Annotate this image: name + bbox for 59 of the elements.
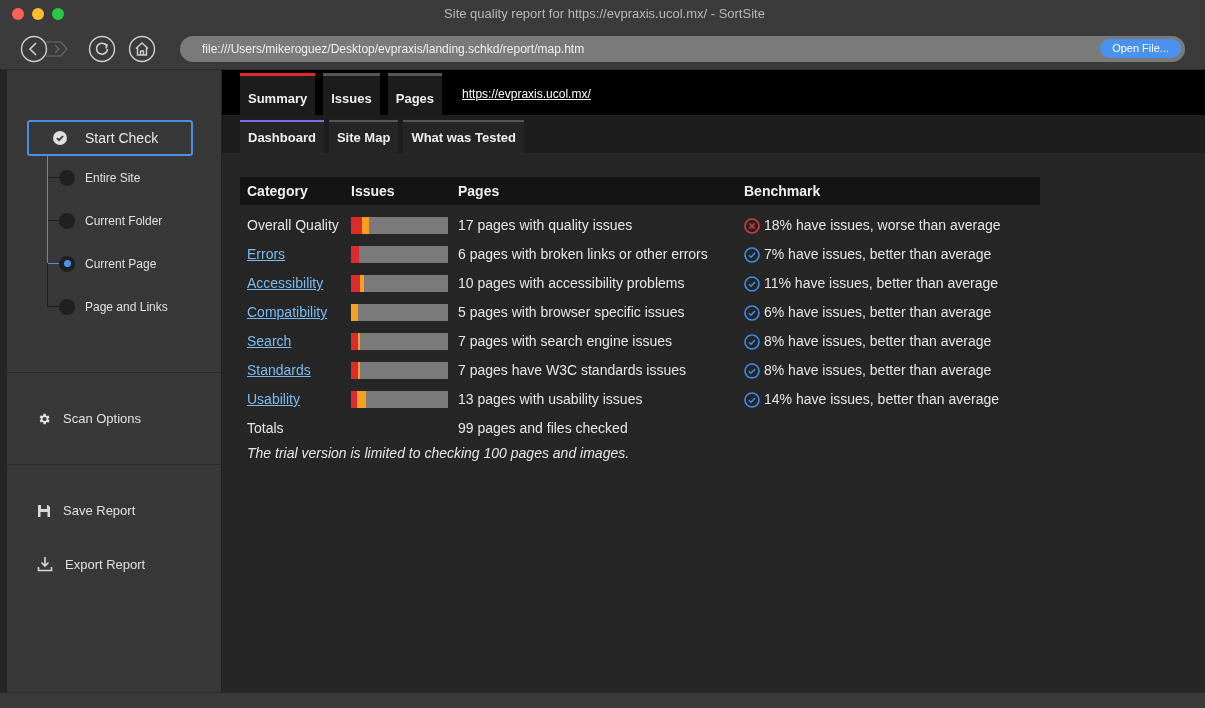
back-icon[interactable] (20, 34, 48, 63)
benchmark-text: 7% have issues, better than average (764, 245, 992, 264)
pages-text: 5 pages with browser specific issues (458, 303, 686, 322)
pages-text: 7 pages with search engine issues (458, 332, 674, 351)
report-tab[interactable]: Summary (240, 73, 316, 115)
totals-label: Totals (246, 419, 285, 438)
scope-label[interactable]: Page and Links (85, 297, 168, 316)
check-circle-icon (53, 131, 67, 145)
start-check-button[interactable]: Start Check (27, 120, 193, 156)
benchmark-text: 8% have issues, better than average (764, 361, 992, 380)
save-report-button[interactable]: Save Report (37, 501, 221, 521)
minimize-window-icon[interactable] (32, 8, 44, 20)
benchmark-text: 18% have issues, worse than average (764, 216, 1001, 235)
scope-radio[interactable] (59, 212, 75, 229)
download-icon (37, 556, 53, 573)
pages-text: 6 pages with broken links or other errors (458, 245, 709, 264)
scope-radio[interactable] (59, 255, 75, 272)
report-tab[interactable]: Pages (387, 73, 443, 115)
window-title: Site quality report for https://evpraxis.ucol.mx/ - SortSite (444, 5, 765, 24)
column-header: Pages (458, 181, 501, 201)
column-header: Benchmark (744, 181, 821, 201)
scope-label[interactable]: Current Page (85, 254, 157, 273)
zoom-window-icon[interactable] (52, 8, 64, 20)
scope-label[interactable]: Current Folder (85, 211, 163, 230)
trial-note: The trial version is limited to checking 100 pages and images. (246, 444, 631, 463)
pages-text: 17 pages with quality issues (458, 216, 634, 235)
scope-label[interactable]: Entire Site (85, 168, 141, 187)
pages-text: 13 pages with usability issues (458, 390, 644, 409)
view-tab[interactable]: Dashboard (240, 120, 324, 153)
reload-icon[interactable] (88, 34, 116, 63)
address-bar[interactable]: file:///Users/mikeroguez/Desktop/evpraxis/landing.schkd/report/map.htm Open File... (180, 35, 1185, 62)
category-link[interactable]: Compatibility (247, 304, 328, 320)
category-link[interactable]: Accessibility (247, 275, 324, 291)
category-link[interactable]: Errors (247, 246, 286, 262)
scan-options-button[interactable]: Scan Options (37, 408, 142, 429)
home-icon[interactable] (128, 34, 156, 63)
forward-icon[interactable] (46, 40, 68, 57)
column-header: Category (246, 181, 309, 201)
view-tab[interactable]: Site Map (328, 120, 399, 153)
category-link[interactable]: Usability (247, 391, 300, 407)
column-header: Issues (351, 181, 396, 201)
view-tab[interactable]: What was Tested (403, 120, 524, 153)
benchmark-text: 6% have issues, better than average (764, 303, 992, 322)
category-link[interactable]: Search (247, 333, 292, 349)
export-report-button[interactable]: Export Report (37, 554, 221, 574)
category-label: Overall Quality (247, 217, 339, 233)
scope-radio[interactable] (59, 169, 75, 186)
pages-text: 10 pages with accessibility problems (458, 274, 686, 293)
pages-text: 7 pages have W3C standards issues (458, 361, 687, 380)
category-link[interactable]: Standards (247, 362, 311, 378)
report-tab[interactable]: Issues (323, 73, 380, 115)
benchmark-text: 11% have issues, better than average (764, 274, 998, 293)
site-link[interactable]: https://evpraxis.ucol.mx/ (462, 85, 591, 103)
benchmark-text: 14% have issues, better than average (764, 390, 1000, 409)
totals-text: 99 pages and files checked (458, 419, 628, 438)
close-window-icon[interactable] (12, 8, 24, 20)
settings-icon (37, 411, 51, 426)
scope-radio[interactable] (59, 298, 75, 315)
benchmark-text: 8% have issues, better than average (764, 332, 992, 351)
